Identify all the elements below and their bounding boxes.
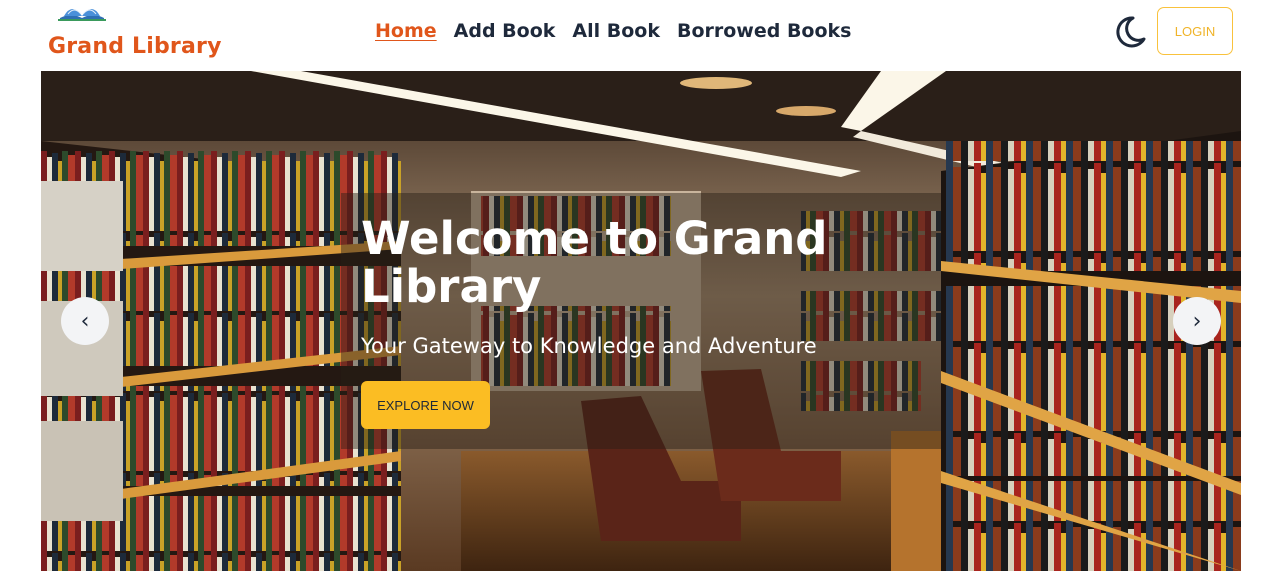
- site-header: Grand Library Home Add Book All Book Bor…: [0, 0, 1285, 70]
- hero-title: Welcome to Grand Library: [361, 212, 828, 313]
- carousel-prev-button[interactable]: ‹: [61, 297, 109, 345]
- nav-add-book[interactable]: Add Book: [454, 20, 556, 42]
- hero-carousel: Welcome to Grand Library Your Gateway to…: [41, 71, 1241, 571]
- nav-home[interactable]: Home: [375, 20, 437, 42]
- nav-all-book[interactable]: All Book: [572, 20, 660, 42]
- brand-name: Grand Library: [48, 34, 222, 59]
- nav-borrowed-books[interactable]: Borrowed Books: [677, 20, 852, 42]
- moon-icon[interactable]: [1110, 13, 1148, 51]
- chevron-left-icon: ‹: [80, 308, 90, 334]
- main-nav: Home Add Book All Book Borrowed Books: [375, 20, 852, 42]
- carousel-next-button[interactable]: ›: [1173, 297, 1221, 345]
- hero-subtitle: Your Gateway to Knowledge and Adventure: [361, 334, 817, 358]
- login-button[interactable]: LOGIN: [1157, 7, 1233, 55]
- chevron-right-icon: ›: [1192, 308, 1202, 334]
- open-book-icon: [58, 9, 106, 21]
- explore-now-button[interactable]: EXPLORE NOW: [361, 381, 490, 429]
- brand[interactable]: Grand Library: [48, 0, 221, 66]
